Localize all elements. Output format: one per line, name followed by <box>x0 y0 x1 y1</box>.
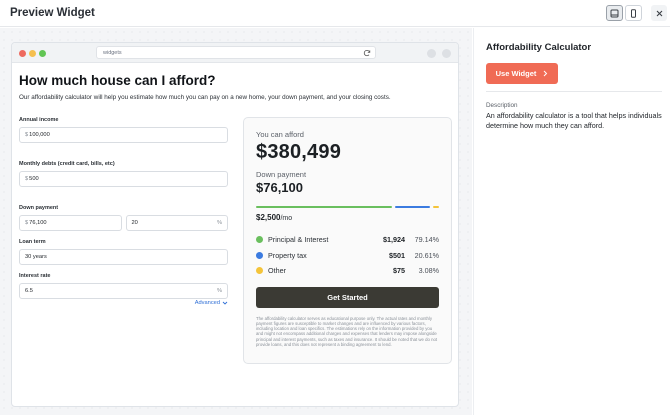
use-widget-label: Use Widget <box>495 69 537 78</box>
chevron-right-icon <box>544 70 548 77</box>
advanced-label: Advanced <box>194 300 220 306</box>
legend-swatch <box>256 267 263 275</box>
get-started-button[interactable]: Get Started <box>256 286 439 308</box>
loan-term-label: Loan term <box>19 239 46 245</box>
description-text: An affordability calculator is a tool th… <box>486 111 662 130</box>
address-text: widgets <box>103 50 122 56</box>
afford-value: $380,499 <box>256 141 342 163</box>
currency-prefix: $ <box>25 132 29 138</box>
monthly-payment-value: $2,500 <box>256 213 281 222</box>
breakdown-list: Principal & Interest $1,924 79.14% Property… <box>256 232 439 279</box>
breakdown-bar-segment <box>394 206 431 208</box>
annual-income-label: Annual income <box>19 117 59 123</box>
monthly-debts-input[interactable]: $500 <box>19 171 228 187</box>
breakdown-name: Principal & Interest <box>268 235 329 245</box>
breakdown-amount: $75 <box>393 266 405 276</box>
down-payment-percent: 20 <box>131 220 138 226</box>
desktop-icon <box>610 9 619 17</box>
window-maximize-dot <box>39 50 46 57</box>
down-payment-value: 76,100 <box>29 220 47 226</box>
breakdown-row: Other $75 3.08% <box>256 263 439 279</box>
page-title: Preview Widget <box>10 7 95 19</box>
loan-term-value: 30 years <box>25 254 47 260</box>
breakdown-row: Principal & Interest $1,924 79.14% <box>256 232 439 248</box>
interest-rate-input[interactable]: 6.5 % <box>19 283 228 299</box>
calculator-title: How much house can I afford? <box>19 73 216 88</box>
currency-prefix: $ <box>25 176 29 182</box>
breakdown-name: Property tax <box>268 250 307 260</box>
percent-suffix: % <box>216 220 222 226</box>
calculator-form: Annual income $100,000 Monthly debts (cr… <box>19 117 228 306</box>
monthly-payment-unit: /mo <box>280 215 293 222</box>
use-widget-button[interactable]: Use Widget <box>486 63 558 84</box>
breakdown-percent: 20.61% <box>414 250 439 260</box>
currency-prefix: $ <box>25 220 29 226</box>
desktop-view-button[interactable] <box>606 5 623 21</box>
mobile-view-button[interactable] <box>625 5 642 21</box>
percent-suffix: % <box>216 288 222 294</box>
monthly-payment: $2,500/mo <box>256 213 439 222</box>
breakdown-bar-segment <box>433 206 440 208</box>
down-payment-result-value: $76,100 <box>256 180 303 195</box>
interest-rate-value: 6.5 <box>25 288 33 294</box>
calculator-subtitle: Our affordability calculator will help y… <box>19 94 391 101</box>
close-button[interactable] <box>651 5 667 21</box>
interest-rate-label: Interest rate <box>19 273 51 279</box>
browser-action-icon <box>427 49 436 58</box>
breakdown-bar <box>256 206 440 208</box>
loan-term-select[interactable]: 30 years <box>19 249 228 265</box>
breakdown-amount: $1,924 <box>383 235 405 245</box>
results-card: You can afford $380,499 Down payment $76… <box>243 117 452 364</box>
down-payment-percent-input[interactable]: 20 % <box>125 215 228 231</box>
breakdown-row: Property tax $501 20.61% <box>256 248 439 264</box>
top-bar: Preview Widget <box>0 0 670 27</box>
afford-label: You can afford <box>256 130 304 139</box>
address-bar[interactable]: widgets <box>96 46 376 59</box>
window-close-dot <box>19 50 26 57</box>
preview-canvas: widgets How much house can I afford? Our… <box>0 28 472 415</box>
reload-icon[interactable] <box>363 49 371 57</box>
window-minimize-dot <box>29 50 36 57</box>
browser-action-icon <box>442 49 451 58</box>
breakdown-name: Other <box>268 266 286 276</box>
annual-income-value: 100,000 <box>29 132 50 138</box>
chevron-down-icon <box>222 301 228 305</box>
browser-frame: widgets How much house can I afford? Our… <box>11 42 459 407</box>
down-payment-result-label: Down payment <box>256 170 307 179</box>
annual-income-input[interactable]: $100,000 <box>19 127 228 143</box>
browser-chrome: widgets <box>12 43 458 63</box>
calculator-widget: How much house can I afford? Our afforda… <box>19 73 453 364</box>
close-icon <box>656 10 662 16</box>
description-label: Description <box>486 102 518 109</box>
mobile-icon <box>631 8 636 18</box>
monthly-debts-label: Monthly debts (credit card, bills, etc) <box>19 161 115 167</box>
monthly-debts-value: 500 <box>29 176 39 182</box>
legend-swatch <box>256 236 263 244</box>
details-panel: Affordability Calculator Use Widget Desc… <box>473 28 670 415</box>
breakdown-amount: $501 <box>389 250 405 260</box>
legend-swatch <box>256 251 263 259</box>
breakdown-bar-segment <box>256 206 392 208</box>
breakdown-percent: 79.14% <box>414 235 439 245</box>
widget-name: Affordability Calculator <box>486 42 592 53</box>
down-payment-amount-input[interactable]: $76,100 <box>19 215 122 231</box>
disclaimer-text: The affordability calculator serves as e… <box>256 315 438 347</box>
breakdown-percent: 3.08% <box>418 266 439 276</box>
advanced-toggle[interactable]: Advanced <box>195 300 228 306</box>
divider <box>486 91 662 92</box>
